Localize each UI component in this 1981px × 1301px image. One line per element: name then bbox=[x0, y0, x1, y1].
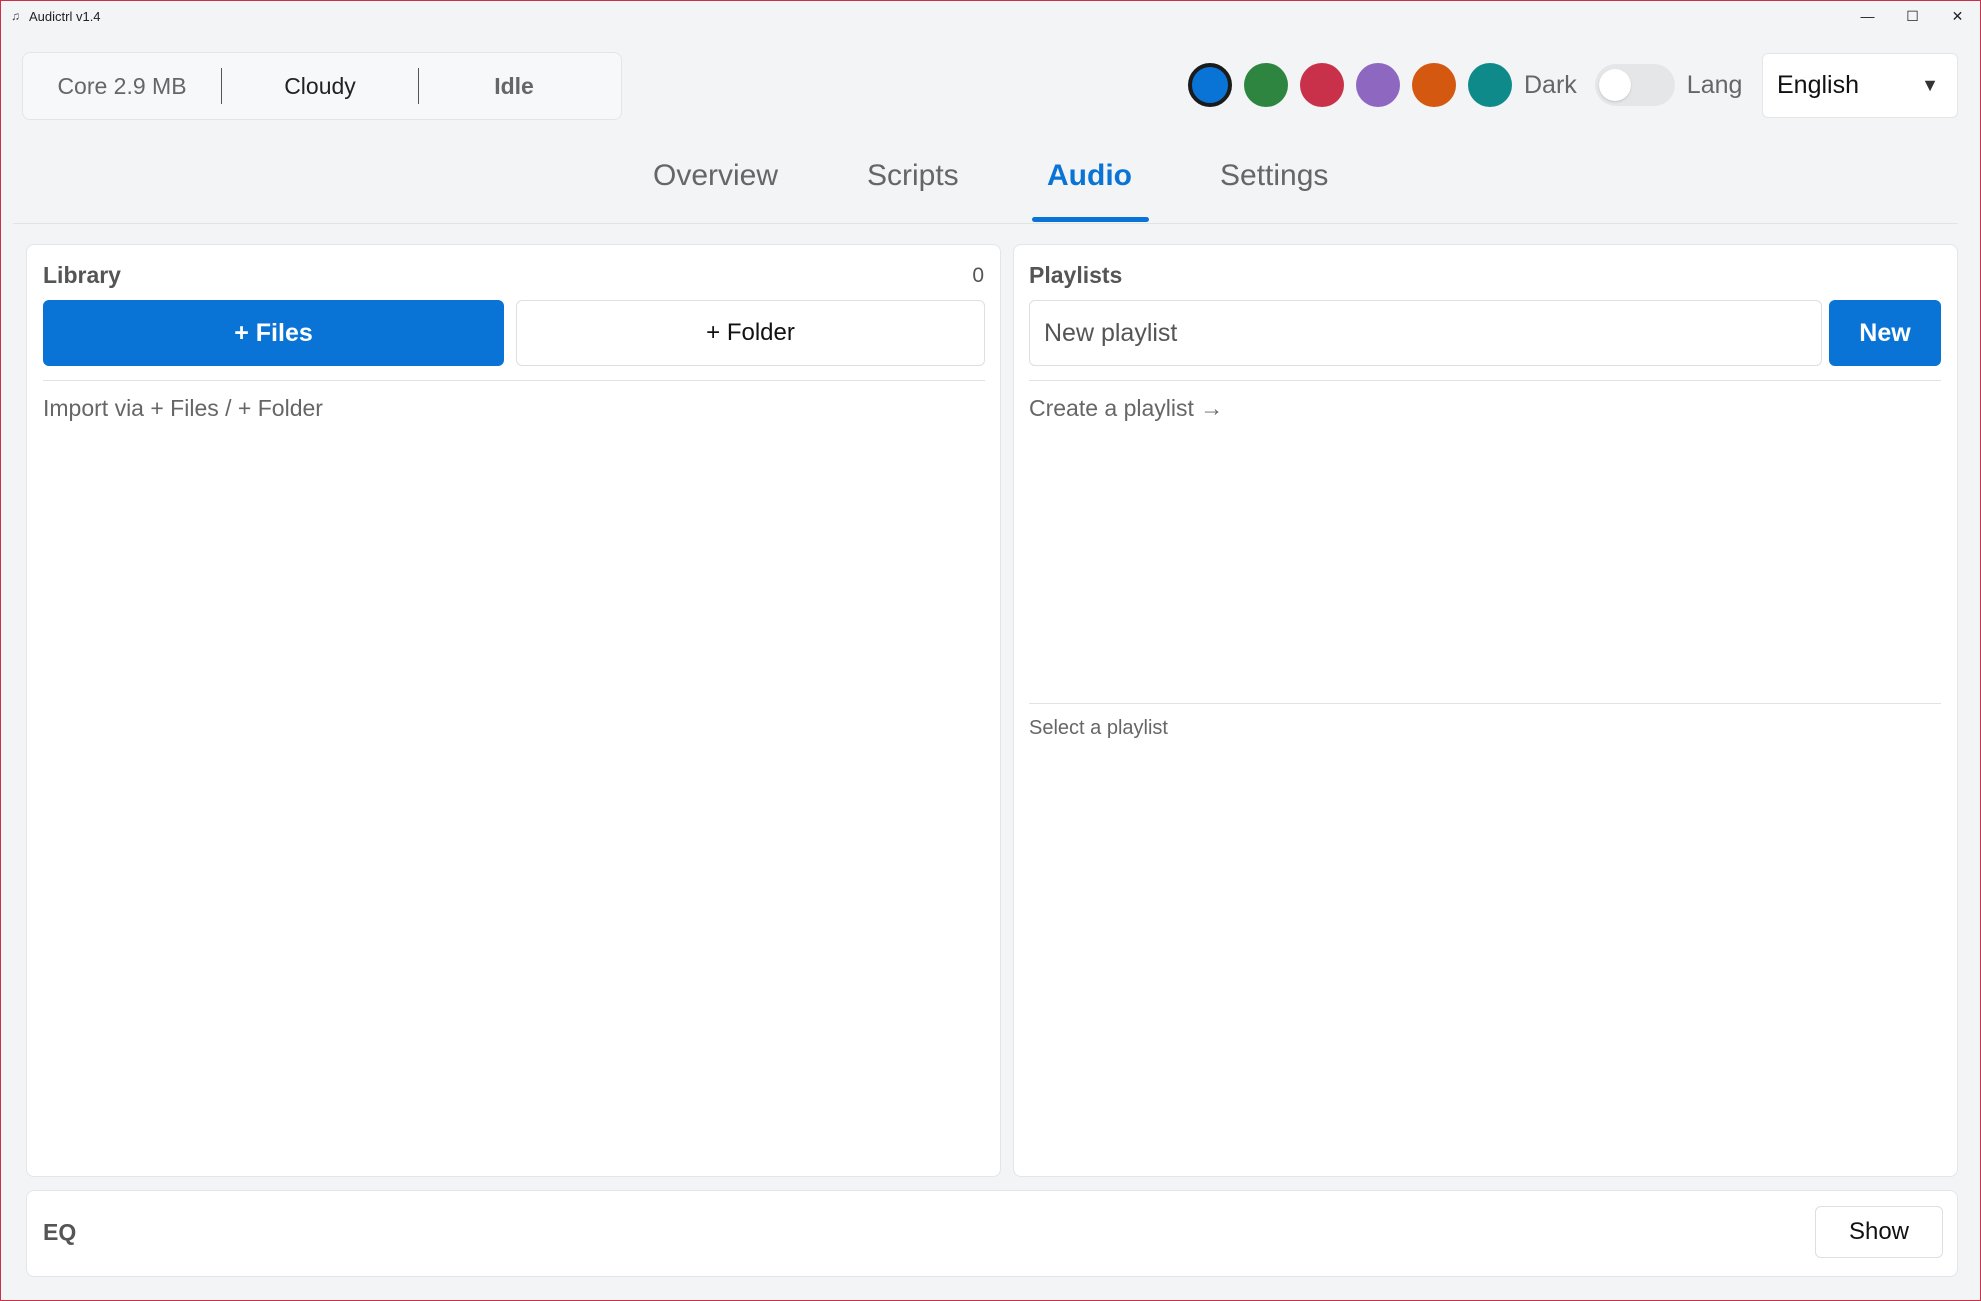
app-window: ♫ Audictrl v1.4 — ☐ ✕ Core 2.9 MB Cloudy… bbox=[0, 0, 1981, 1301]
select-playlist-hint: Select a playlist bbox=[1029, 717, 1168, 739]
new-playlist-input[interactable]: New playlist bbox=[1029, 300, 1822, 366]
tab-settings[interactable]: Settings bbox=[1220, 159, 1328, 193]
music-note-icon: ♫ bbox=[11, 9, 20, 23]
core-size-status: Core 2.9 MB bbox=[57, 72, 187, 99]
new-playlist-placeholder: New playlist bbox=[1044, 318, 1178, 347]
eq-panel: EQ Show bbox=[26, 1190, 1958, 1277]
tab-scripts[interactable]: Scripts bbox=[867, 159, 959, 193]
tabs-divider bbox=[13, 223, 1958, 224]
divider bbox=[1029, 703, 1941, 704]
theme-controls: Dark Lang bbox=[1188, 63, 1742, 107]
playlists-panel: Playlists New playlist New Create a play… bbox=[1013, 244, 1958, 1177]
player-state-status: Idle bbox=[494, 72, 534, 99]
dark-mode-label: Dark bbox=[1524, 70, 1577, 99]
add-folder-button[interactable]: + Folder bbox=[516, 300, 985, 366]
active-tab-indicator bbox=[1032, 217, 1149, 222]
library-panel: Library 0 + Files + Folder Import via + … bbox=[26, 244, 1001, 1177]
library-count: 0 bbox=[972, 264, 984, 287]
swatch-red[interactable] bbox=[1300, 63, 1344, 107]
library-title: Library bbox=[43, 262, 121, 288]
playlists-empty-hint: Create a playlist → bbox=[1029, 395, 1224, 421]
language-label: Lang bbox=[1686, 70, 1743, 99]
swatch-green[interactable] bbox=[1244, 63, 1288, 107]
swatch-blue[interactable] bbox=[1188, 63, 1232, 107]
library-empty-hint: Import via + Files / + Folder bbox=[43, 395, 323, 421]
divider bbox=[43, 380, 985, 381]
chevron-down-icon: ▼ bbox=[1921, 75, 1939, 95]
weather-status: Cloudy bbox=[284, 72, 356, 99]
close-button[interactable]: ✕ bbox=[1935, 1, 1980, 31]
dark-mode-toggle[interactable] bbox=[1594, 64, 1675, 106]
toggle-knob bbox=[1598, 69, 1631, 101]
eq-title: EQ bbox=[43, 1219, 77, 1245]
minimize-button[interactable]: — bbox=[1845, 1, 1890, 31]
divider bbox=[1029, 380, 1941, 381]
maximize-button[interactable]: ☐ bbox=[1890, 1, 1935, 31]
swatch-purple[interactable] bbox=[1356, 63, 1400, 107]
status-pill: Core 2.9 MB Cloudy Idle bbox=[22, 52, 622, 120]
language-value: English bbox=[1777, 71, 1859, 99]
playlists-title: Playlists bbox=[1029, 262, 1123, 288]
window-title: Audictrl v1.4 bbox=[29, 8, 101, 24]
swatch-teal[interactable] bbox=[1468, 63, 1512, 107]
language-select[interactable]: English ▼ bbox=[1762, 53, 1958, 118]
add-files-button[interactable]: + Files bbox=[43, 300, 504, 366]
new-playlist-button[interactable]: New bbox=[1829, 300, 1941, 366]
tab-audio[interactable]: Audio bbox=[1047, 159, 1132, 193]
title-bar: ♫ Audictrl v1.4 — ☐ ✕ bbox=[1, 1, 1980, 31]
eq-show-button[interactable]: Show bbox=[1815, 1206, 1943, 1258]
tab-overview[interactable]: Overview bbox=[653, 159, 778, 193]
swatch-orange[interactable] bbox=[1412, 63, 1456, 107]
main-tabs: Overview Scripts Audio Settings bbox=[1, 153, 1980, 223]
